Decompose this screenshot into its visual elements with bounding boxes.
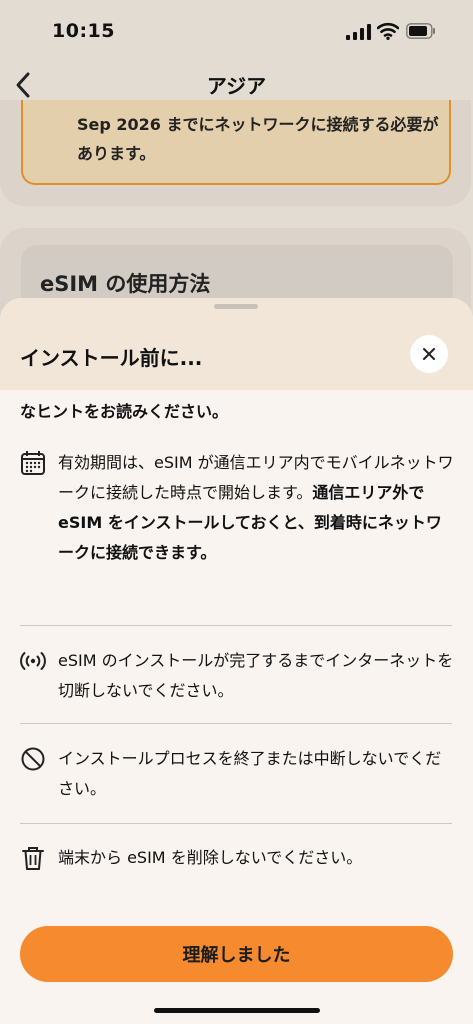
battery-icon: [406, 23, 435, 39]
tip-item: 端末から eSIM を削除しないでください。: [20, 843, 452, 875]
tip-item: インストールプロセスを終了または中断しないでください。: [20, 744, 452, 804]
prohibited-icon: [21, 747, 45, 771]
sheet-title: インストール前に...: [20, 346, 203, 370]
cellular-signal-icon: [346, 24, 371, 40]
wifi-icon: [377, 22, 399, 40]
tip-item: eSIM のインストールが完了するまでインターネットを切断しないでください。: [20, 646, 454, 706]
signal-broadcast-icon: [20, 652, 46, 670]
tip-text: インストールプロセスを終了または中断しないでください。: [58, 749, 442, 798]
tip-text: 有効期間は、eSIM が通信エリア内でモバイルネットワークに接続した時点で開始し…: [58, 448, 454, 568]
usage-card-title: eSIM の使用方法: [40, 272, 211, 296]
divider: [20, 723, 452, 724]
close-icon: [423, 348, 435, 360]
divider: [20, 823, 452, 824]
sheet-header: インストール前に...: [0, 298, 473, 390]
sheet-grabber[interactable]: [214, 304, 258, 309]
calendar-icon: [21, 451, 45, 475]
home-indicator[interactable]: [154, 1008, 320, 1013]
warning-text: Sep 2026 までにネットワークに接続する必要があります。: [77, 115, 439, 163]
warning-box: Sep 2026 までにネットワークに接続する必要があります。: [21, 100, 451, 185]
status-time: 10:15: [52, 20, 115, 42]
confirm-button[interactable]: 理解しました: [20, 926, 453, 982]
divider: [20, 625, 452, 626]
status-bar: 10:15: [0, 0, 473, 60]
tip-text: 端末から eSIM を削除しないでください。: [58, 848, 363, 867]
close-button[interactable]: [410, 335, 448, 373]
tip-item: 有効期間は、eSIM が通信エリア内でモバイルネットワークに接続した時点で開始し…: [20, 448, 454, 608]
trash-icon: [22, 847, 44, 870]
tip-text: eSIM のインストールが完了するまでインターネットを切断しないでください。: [58, 651, 454, 700]
bottom-sheet: インストール前に... なヒントをお読みください。 有効期間は、eSIM が通信…: [0, 298, 473, 1024]
sheet-intro: なヒントをお読みください。: [20, 402, 229, 421]
page-title: アジア: [206, 74, 267, 98]
